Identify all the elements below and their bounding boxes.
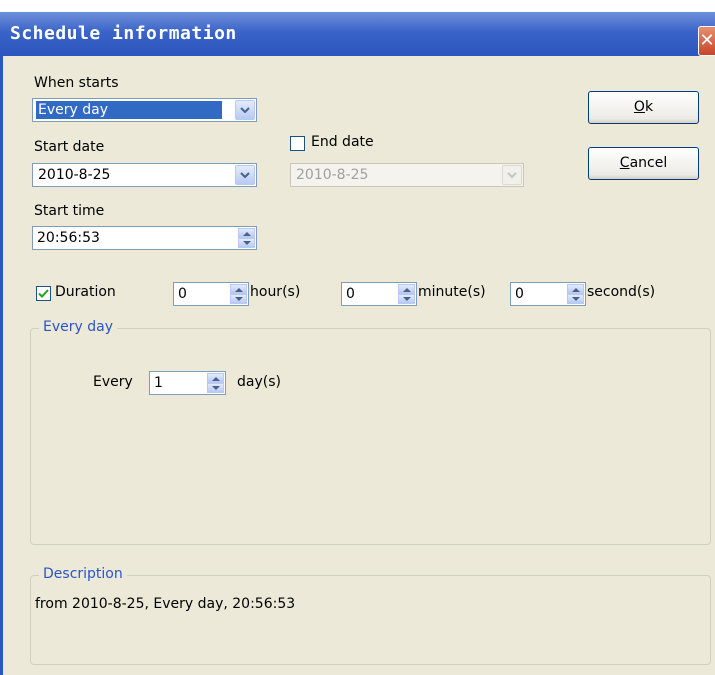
minutes-unit-label: minute(s) (418, 284, 486, 300)
dropdown-arrow-icon[interactable] (235, 100, 255, 120)
description-group-title: Description (39, 566, 127, 582)
spin-down-icon[interactable] (398, 294, 415, 304)
spin-up-icon[interactable] (567, 284, 584, 294)
window-title: Schedule information (10, 23, 237, 44)
description-group: Description from 2010-8-25, Every day, 2… (30, 566, 711, 665)
every-day-group-title: Every day (39, 319, 117, 335)
end-date-value: 2010-8-25 (296, 167, 369, 183)
every-day-group: Every day Every 1 day(s) (30, 319, 711, 545)
close-button[interactable]: ✕ (698, 26, 715, 56)
minutes-value: 0 (346, 286, 355, 302)
hours-stepper[interactable]: 0 (173, 282, 249, 306)
start-date-value: 2010-8-25 (38, 167, 111, 183)
ok-button[interactable]: Ok (588, 91, 699, 124)
seconds-unit-label: second(s) (587, 284, 656, 300)
every-label: Every (93, 374, 133, 390)
title-bar: Schedule information ✕ (0, 12, 715, 56)
close-icon: ✕ (699, 30, 715, 51)
spin-up-icon[interactable] (238, 228, 255, 238)
hours-unit-label: hour(s) (250, 284, 301, 300)
end-date-picker: 2010-8-25 (290, 163, 524, 187)
dialog-body: When starts Every day Start date 2010-8-… (0, 56, 715, 675)
duration-checkbox[interactable] (36, 286, 51, 301)
spin-up-icon[interactable] (207, 373, 224, 383)
spin-down-icon[interactable] (238, 238, 255, 248)
when-starts-select[interactable]: Every day (32, 98, 257, 122)
checkmark-icon (38, 289, 49, 298)
cancel-button[interactable]: Cancel (588, 147, 699, 180)
start-time-input[interactable]: 20:56:53 (32, 226, 257, 250)
spin-up-icon[interactable] (398, 284, 415, 294)
dropdown-arrow-icon[interactable] (235, 165, 255, 185)
end-date-checkbox[interactable] (290, 136, 305, 151)
end-date-label: End date (311, 134, 374, 150)
description-text: from 2010-8-25, Every day, 20:56:53 (35, 596, 296, 612)
every-unit-label: day(s) (237, 374, 281, 390)
seconds-stepper[interactable]: 0 (510, 282, 586, 306)
spin-down-icon[interactable] (230, 294, 247, 304)
minutes-stepper[interactable]: 0 (341, 282, 417, 306)
every-interval-value: 1 (154, 375, 163, 391)
seconds-value: 0 (515, 286, 524, 302)
hours-value: 0 (178, 286, 187, 302)
duration-label: Duration (55, 284, 116, 300)
start-date-label: Start date (34, 139, 105, 155)
when-starts-label: When starts (34, 75, 119, 91)
when-starts-value: Every day (36, 101, 222, 119)
start-date-picker[interactable]: 2010-8-25 (32, 163, 257, 187)
spin-down-icon[interactable] (207, 383, 224, 393)
dropdown-arrow-icon (502, 165, 522, 185)
spin-down-icon[interactable] (567, 294, 584, 304)
start-time-label: Start time (34, 203, 105, 219)
spin-up-icon[interactable] (230, 284, 247, 294)
every-interval-stepper[interactable]: 1 (149, 371, 226, 395)
start-time-value: 20:56:53 (37, 230, 100, 246)
